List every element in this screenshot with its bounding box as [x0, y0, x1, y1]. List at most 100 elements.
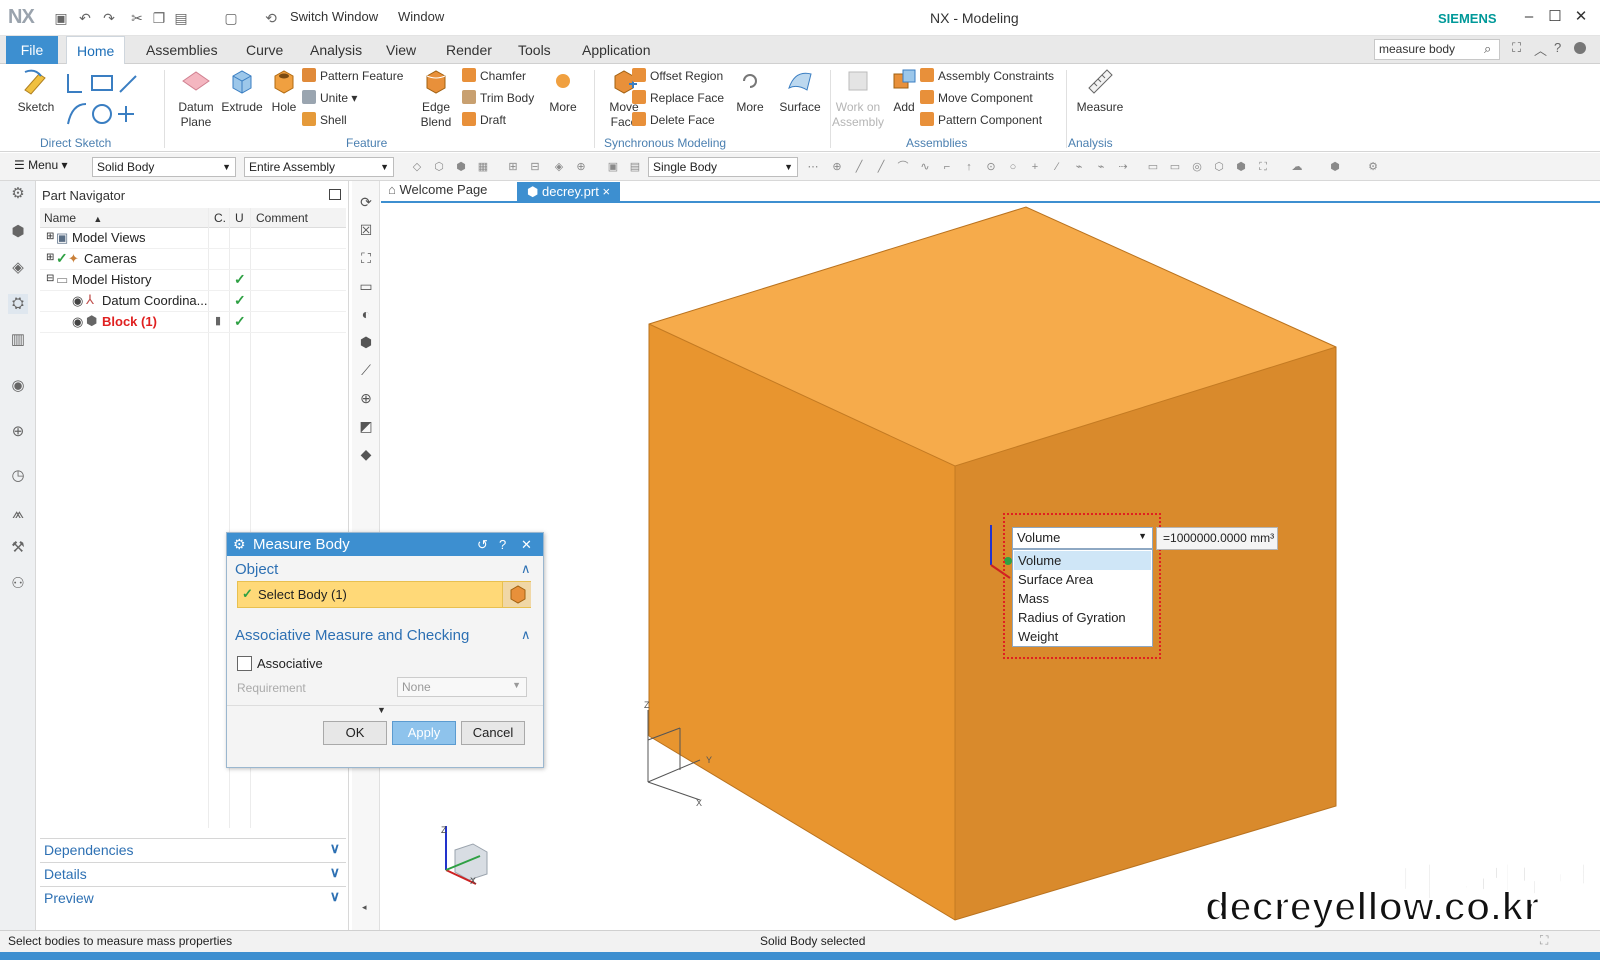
- tab-analysis[interactable]: Analysis: [300, 36, 372, 64]
- close-tab-icon[interactable]: ×: [602, 184, 610, 199]
- view-tool-icon[interactable]: ▭: [1168, 160, 1182, 174]
- column-name[interactable]: Name ▲: [44, 211, 102, 225]
- copy-icon[interactable]: ❐: [150, 9, 168, 27]
- column-comment[interactable]: Comment: [256, 211, 308, 225]
- menu-button[interactable]: ☰ Menu ▾: [14, 158, 67, 172]
- more-sync-button[interactable]: More: [722, 66, 778, 115]
- dialog-title-bar[interactable]: ⚙ Measure Body ↺ ? ✕: [227, 533, 543, 556]
- tree-row-cameras[interactable]: ⊞ ✓ ✦ Cameras: [40, 249, 346, 270]
- web-browser-icon[interactable]: ◉: [8, 376, 28, 396]
- select-tool-icon[interactable]: ⊕: [574, 160, 588, 174]
- search-icon[interactable]: ⌕: [1484, 41, 1491, 57]
- more-options-icon[interactable]: ▼: [377, 705, 386, 715]
- user-status-icon[interactable]: [1574, 42, 1586, 54]
- maximize-button[interactable]: ☐: [1544, 6, 1566, 28]
- tab-curve[interactable]: Curve: [236, 36, 293, 64]
- close-button[interactable]: ✕: [1570, 6, 1592, 28]
- select-tool-icon[interactable]: ⊞: [506, 160, 520, 174]
- snap-point-icon[interactable]: ⊙: [984, 160, 998, 174]
- visualization-icon[interactable]: ⩕: [8, 504, 28, 524]
- shaded-view-icon[interactable]: ⬢: [357, 333, 375, 351]
- reset-icon[interactable]: ↺: [477, 533, 488, 556]
- tab-assemblies[interactable]: Assemblies: [136, 36, 228, 64]
- measure-button[interactable]: Measure: [1070, 66, 1130, 115]
- draft-button[interactable]: Draft: [462, 110, 506, 130]
- unite-button[interactable]: Unite ▾: [302, 88, 357, 108]
- select-tool-icon[interactable]: ⬡: [432, 160, 446, 174]
- resize-grip-icon[interactable]: ⛶: [1540, 933, 1548, 948]
- snap-point-icon[interactable]: ⌁: [1094, 160, 1108, 174]
- tab-view[interactable]: View: [376, 36, 426, 64]
- visibility-eye-icon[interactable]: ◉: [72, 293, 83, 309]
- option-volume[interactable]: Volume: [1014, 551, 1151, 570]
- snap-point-icon[interactable]: ⊕: [830, 160, 844, 174]
- assembly-navigator-icon[interactable]: ⬢: [8, 222, 28, 242]
- more-icon[interactable]: ⋯: [806, 160, 820, 174]
- snap-point-icon[interactable]: +: [1028, 160, 1042, 174]
- view-tool-icon[interactable]: ⬢: [1328, 160, 1342, 174]
- tab-tools[interactable]: Tools: [508, 36, 561, 64]
- tab-welcome-page[interactable]: ⌂ Welcome Page: [388, 182, 487, 197]
- body-selector-button[interactable]: [502, 582, 531, 607]
- snap-point-icon[interactable]: ∕: [1050, 160, 1064, 174]
- tab-home[interactable]: Home: [66, 36, 126, 64]
- apply-button[interactable]: Apply: [392, 721, 456, 745]
- reuse-library-icon[interactable]: ▥: [8, 330, 28, 350]
- snap-point-icon[interactable]: ↑: [962, 160, 976, 174]
- repeat-command-icon[interactable]: ⟲: [262, 9, 280, 27]
- select-tool-icon[interactable]: ▣: [606, 160, 620, 174]
- snap-point-icon[interactable]: ⌐: [940, 160, 954, 174]
- redo-icon[interactable]: ↷: [100, 9, 118, 27]
- snap-point-icon[interactable]: ⌒: [896, 160, 910, 174]
- edge-blend-button[interactable]: Edge Blend: [408, 66, 464, 130]
- associative-checkbox[interactable]: [237, 656, 252, 671]
- shell-button[interactable]: Shell: [302, 110, 347, 130]
- option-radius-of-gyration[interactable]: Radius of Gyration: [1014, 608, 1151, 627]
- snap-point-icon[interactable]: ⇢: [1116, 160, 1130, 174]
- maximize-panel-icon[interactable]: [329, 189, 341, 200]
- tab-render[interactable]: Render: [436, 36, 502, 64]
- preview-panel[interactable]: Preview ∨: [40, 886, 346, 909]
- chamfer-button[interactable]: Chamfer: [462, 66, 526, 86]
- save-icon[interactable]: ▣: [52, 9, 70, 27]
- select-tool-icon[interactable]: ◈: [552, 160, 566, 174]
- dependencies-panel[interactable]: Dependencies ∨: [40, 838, 346, 861]
- collapse-ribbon-icon[interactable]: ︿: [1534, 40, 1547, 59]
- body-rule-select[interactable]: Single Body ▼: [648, 157, 798, 177]
- tree-row-block[interactable]: ◉ ⬢ Block (1) ▮ ✓: [40, 312, 346, 333]
- offset-region-button[interactable]: Offset Region: [632, 66, 723, 86]
- selection-scope-select[interactable]: Entire Assembly ▼: [244, 157, 394, 177]
- constraint-navigator-icon[interactable]: ◈: [8, 258, 28, 278]
- close-icon[interactable]: ✕: [521, 533, 532, 556]
- cancel-button[interactable]: Cancel: [461, 721, 525, 745]
- tab-file[interactable]: File: [6, 36, 58, 64]
- switch-window-button[interactable]: Switch Window: [290, 9, 378, 24]
- pattern-component-button[interactable]: Pattern Component: [920, 110, 1042, 130]
- window-icon[interactable]: ▢: [222, 9, 240, 27]
- window-menu[interactable]: Window: [398, 9, 444, 24]
- collapse-icon[interactable]: ⊟: [46, 273, 54, 284]
- snap-point-icon[interactable]: ╱: [852, 160, 866, 174]
- trim-body-button[interactable]: Trim Body: [462, 88, 534, 108]
- view-tool-icon[interactable]: ⚙: [1366, 160, 1380, 174]
- snap-point-icon[interactable]: ⌁: [1072, 160, 1086, 174]
- tab-application[interactable]: Application: [572, 36, 661, 64]
- frame-icon[interactable]: ▭: [357, 277, 375, 295]
- new-layer-icon[interactable]: ⊕: [357, 389, 375, 407]
- refresh-view-icon[interactable]: ⟳: [357, 193, 375, 211]
- snap-point-icon[interactable]: ╱: [874, 160, 888, 174]
- select-tool-icon[interactable]: ▦: [476, 160, 490, 174]
- requirement-select[interactable]: None ▼: [397, 677, 527, 697]
- expand-icon[interactable]: ⊞: [46, 252, 54, 263]
- minimize-button[interactable]: –: [1518, 6, 1540, 28]
- select-body-row[interactable]: ✓ Select Body (1): [237, 581, 531, 608]
- fullscreen-icon[interactable]: ⛶: [1512, 40, 1521, 56]
- settings-icon[interactable]: ⚙: [8, 184, 28, 204]
- command-search-input[interactable]: measure body: [1374, 39, 1500, 60]
- zoom-icon[interactable]: ⛶: [357, 249, 375, 267]
- view-tool-icon[interactable]: ⛶: [1256, 160, 1270, 174]
- sketch-button[interactable]: Sketch: [8, 66, 64, 115]
- view-tool-icon[interactable]: ⬡: [1212, 160, 1226, 174]
- expand-icon[interactable]: ⊞: [46, 231, 54, 242]
- tab-decrey-prt[interactable]: ⬢ decrey.prt ×: [517, 182, 621, 203]
